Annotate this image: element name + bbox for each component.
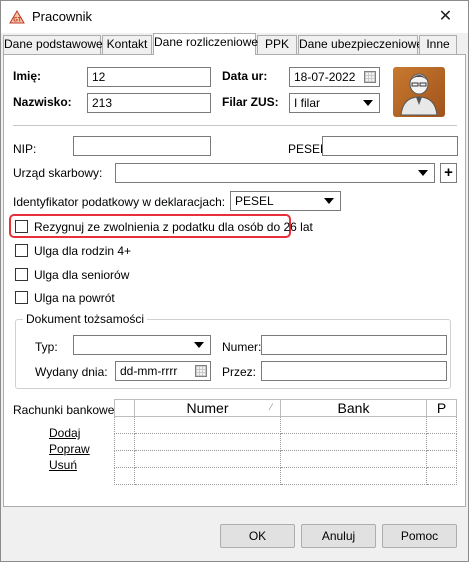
- urzad-skarbowy-label: Urząd skarbowy:: [13, 166, 103, 180]
- header-separator: [13, 125, 457, 126]
- column-header-numer[interactable]: Numer ⁄: [134, 399, 281, 417]
- avatar[interactable]: [393, 67, 445, 117]
- close-icon: ✕: [438, 8, 453, 25]
- bank-accounts-table[interactable]: Numer ⁄ Bank P: [114, 399, 457, 485]
- typ-label: Typ:: [35, 340, 58, 354]
- bank-table-header: Numer ⁄ Bank P: [114, 399, 457, 417]
- row-selector[interactable]: [114, 416, 135, 434]
- tab-ppk[interactable]: PPK: [257, 35, 297, 54]
- nip-label: NIP:: [13, 142, 37, 156]
- rezygnuj-zwolnienie-checkbox[interactable]: [15, 220, 28, 233]
- tab-dane-ubezpieczeniowe[interactable]: Dane ubezpieczeniowe: [298, 35, 423, 54]
- ulga-powrot-label: Ulga na powrót: [34, 291, 115, 305]
- title-bar: GT Pracownik ✕: [1, 1, 468, 33]
- tab-kontakt[interactable]: Kontakt: [102, 35, 152, 54]
- table-cell[interactable]: [134, 467, 281, 485]
- add-urzad-button[interactable]: +: [440, 163, 457, 183]
- nazwisko-label: Nazwisko:: [13, 95, 72, 109]
- table-cell[interactable]: [280, 467, 427, 485]
- ident-podatkowy-select[interactable]: PESEL: [230, 191, 341, 211]
- table-cell[interactable]: [280, 433, 427, 451]
- person-silhouette-icon: [400, 73, 438, 116]
- popraw-link[interactable]: Popraw: [49, 442, 90, 456]
- nip-field[interactable]: [73, 136, 211, 156]
- column-header-numer-label: Numer: [186, 400, 229, 416]
- dokument-tozsamosci-title: Dokument tożsamości: [23, 312, 148, 326]
- calendar-icon[interactable]: [364, 71, 376, 83]
- table-cell[interactable]: [280, 416, 427, 434]
- wydany-dnia-value: dd-mm-rrrr: [120, 364, 178, 378]
- table-row[interactable]: [114, 467, 457, 485]
- przez-field[interactable]: [261, 361, 447, 381]
- tab-dane-rozliczeniowe[interactable]: Dane rozliczeniowe: [153, 33, 258, 55]
- table-cell[interactable]: [134, 416, 281, 434]
- sort-icon: ⁄: [270, 402, 272, 412]
- ulga-powrot-checkbox[interactable]: [15, 291, 28, 304]
- rezygnuj-zwolnienie-label: Rezygnuj ze zwolnienia z podatku dla osó…: [34, 220, 313, 234]
- dodaj-link[interactable]: Dodaj: [49, 426, 80, 440]
- column-header-bank[interactable]: Bank: [280, 399, 427, 417]
- chevron-down-icon: [324, 198, 334, 204]
- numer-label: Numer:: [222, 340, 262, 354]
- table-row[interactable]: [114, 416, 457, 434]
- wydany-dnia-label: Wydany dnia:: [35, 365, 108, 379]
- birth-date-value: 18-07-2022: [294, 70, 356, 84]
- ulga-seniorow-label: Ulga dla seniorów: [34, 268, 130, 282]
- table-cell[interactable]: [426, 416, 457, 434]
- tab-dane-podstawowe[interactable]: Dane podstawowe: [3, 35, 103, 54]
- close-button[interactable]: ✕: [423, 1, 468, 33]
- ok-button[interactable]: OK: [220, 524, 295, 548]
- row-selector[interactable]: [114, 450, 135, 468]
- table-cell[interactable]: [426, 467, 457, 485]
- ulga-rodzin-checkbox[interactable]: [15, 244, 28, 257]
- tab-panel-dane-rozliczeniowe: Imię: 12 Nazwisko: 213 Data ur: 18-07-20…: [3, 54, 466, 507]
- urzad-skarbowy-select[interactable]: [115, 163, 435, 183]
- table-row[interactable]: [114, 433, 457, 451]
- row-selector-header: [114, 399, 135, 417]
- row-selector[interactable]: [114, 467, 135, 485]
- help-button[interactable]: Pomoc: [382, 524, 457, 548]
- tab-inne[interactable]: Inne: [419, 35, 457, 54]
- imie-field[interactable]: 12: [87, 67, 211, 87]
- column-header-p[interactable]: P: [426, 399, 457, 417]
- chevron-down-icon: [363, 100, 373, 106]
- svg-text:GT: GT: [13, 18, 22, 24]
- table-cell[interactable]: [134, 450, 281, 468]
- table-row[interactable]: [114, 450, 457, 468]
- table-cell[interactable]: [280, 450, 427, 468]
- rachunki-bankowe-label: Rachunki bankowe:: [13, 403, 118, 417]
- employee-dialog: GT Pracownik ✕ Dane podstawowe Kontakt D…: [0, 0, 469, 562]
- app-logo-icon: GT: [9, 10, 25, 24]
- cancel-button[interactable]: Anuluj: [301, 524, 376, 548]
- nazwisko-field[interactable]: 213: [87, 93, 211, 113]
- ident-podatkowy-label: Identyfikator podatkowy w deklaracjach:: [13, 195, 226, 209]
- ident-podatkowy-value: PESEL: [235, 194, 274, 208]
- ulga-seniorow-checkbox[interactable]: [15, 268, 28, 281]
- window-title: Pracownik: [32, 9, 92, 24]
- numer-field[interactable]: [261, 335, 447, 355]
- data-ur-label: Data ur:: [222, 69, 268, 83]
- birth-date-field[interactable]: 18-07-2022: [289, 67, 380, 87]
- table-cell[interactable]: [134, 433, 281, 451]
- usun-link[interactable]: Usuń: [49, 458, 77, 472]
- row-selector[interactable]: [114, 433, 135, 451]
- table-cell[interactable]: [426, 433, 457, 451]
- pesel-field[interactable]: [322, 136, 458, 156]
- tab-strip: Dane podstawowe Kontakt Dane rozliczenio…: [1, 33, 468, 55]
- ulga-rodzin-label: Ulga dla rodzin 4+: [34, 244, 132, 258]
- table-cell[interactable]: [426, 450, 457, 468]
- imie-label: Imię:: [13, 69, 42, 83]
- filar-zus-select[interactable]: I filar: [289, 93, 380, 113]
- przez-label: Przez:: [222, 365, 257, 379]
- calendar-icon[interactable]: [195, 365, 207, 377]
- chevron-down-icon: [418, 170, 428, 176]
- filar-zus-label: Filar ZUS:: [222, 95, 279, 109]
- typ-select[interactable]: [73, 335, 211, 355]
- filar-zus-value: I filar: [294, 96, 321, 110]
- wydany-dnia-field[interactable]: dd-mm-rrrr: [115, 361, 211, 381]
- chevron-down-icon: [194, 342, 204, 348]
